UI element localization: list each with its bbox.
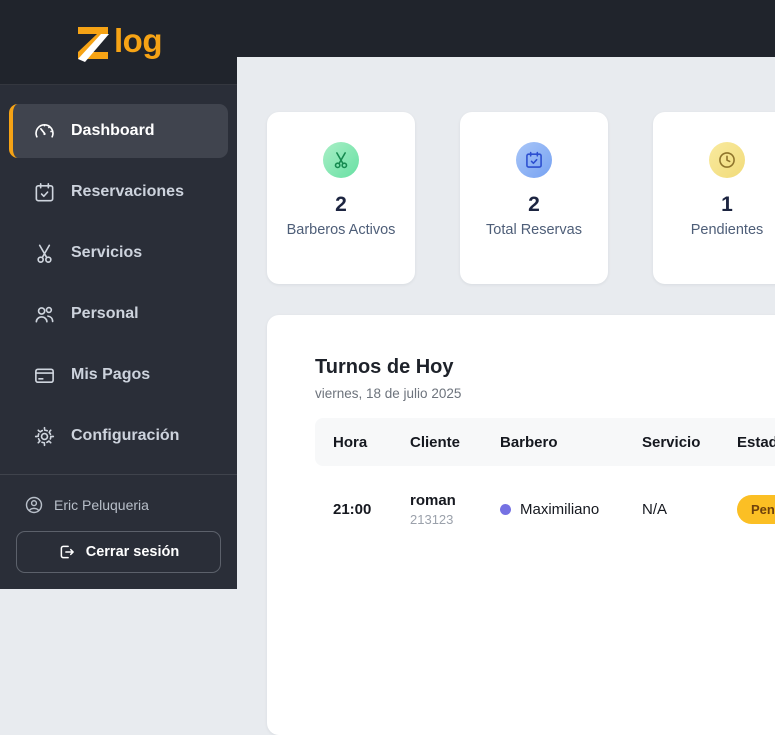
people-icon [33, 303, 56, 326]
sidebar-item-label: Dashboard [71, 122, 155, 139]
current-user: Eric Peluqueria [16, 495, 221, 515]
logout-label: Cerrar sesión [85, 544, 180, 560]
logo-z-icon [75, 22, 113, 62]
sidebar-item-personal[interactable]: Personal [9, 287, 228, 341]
scissors-icon [33, 242, 56, 265]
stat-value: 1 [721, 193, 733, 216]
barber-color-dot [500, 503, 511, 515]
table-header: Hora Cliente Barbero Servicio Estado [315, 418, 775, 466]
stat-value: 2 [528, 193, 540, 216]
table-row: 21:00 roman 213123 Maximiliano N/A Pendi… [315, 466, 775, 552]
schedule-title: Turnos de Hoy [315, 356, 454, 378]
barber-name: Maximiliano [520, 500, 600, 518]
sidebar-item-label: Configuración [71, 427, 180, 444]
client-id: 213123 [410, 511, 454, 527]
clock-icon [709, 142, 745, 178]
credit-card-icon [33, 364, 56, 387]
brand-logo: log [0, 0, 237, 85]
column-header-cliente: Cliente [410, 433, 461, 451]
calendar-check-icon [33, 181, 56, 204]
sidebar-item-servicios[interactable]: Servicios [9, 226, 228, 280]
top-bar [237, 0, 775, 57]
stat-card-total-reservas: 2 Total Reservas [460, 112, 608, 284]
cell-barbero: Maximiliano [500, 501, 642, 518]
column-header-hora: Hora [333, 433, 368, 451]
stat-card-barberos-activos: 2 Barberos Activos [267, 112, 415, 284]
column-header-barbero: Barbero [500, 433, 558, 451]
sidebar-item-dashboard[interactable]: Dashboard [9, 104, 228, 158]
cell-cliente: roman 213123 [410, 492, 500, 527]
sidebar-item-label: Servicios [71, 244, 143, 261]
sidebar-item-mis-pagos[interactable]: Mis Pagos [9, 348, 228, 402]
logo-text: log [114, 21, 162, 59]
calendar-check-icon [516, 142, 552, 178]
sidebar: log Dashboard Reservaciones Servicios Pe… [0, 0, 237, 589]
client-name: roman [410, 491, 456, 509]
gear-icon [33, 425, 56, 448]
user-circle-icon [24, 495, 44, 515]
scissors-icon [323, 142, 359, 178]
cell-estado: Pendiente [737, 494, 775, 524]
sidebar-item-label: Mis Pagos [71, 366, 151, 383]
gauge-icon [33, 120, 56, 143]
cell-servicio: N/A [642, 500, 668, 518]
stat-cards: 2 Barberos Activos 2 Total Reservas 1 Pe… [267, 112, 775, 284]
main-content: 2 Barberos Activos 2 Total Reservas 1 Pe… [237, 57, 775, 735]
column-header-servicio: Servicio [642, 433, 701, 451]
sidebar-footer: Eric Peluqueria Cerrar sesión [0, 474, 237, 589]
stat-value: 2 [335, 193, 347, 216]
stat-label: Total Reservas [486, 222, 582, 238]
sidebar-item-label: Personal [71, 305, 139, 322]
logout-icon [58, 543, 76, 561]
status-badge: Pendiente [737, 494, 775, 524]
schedule-date: viernes, 18 de julio 2025 [315, 386, 462, 401]
sidebar-item-configuracion[interactable]: Configuración [9, 409, 228, 463]
stat-label: Barberos Activos [286, 222, 396, 238]
stat-card-pendientes: 1 Pendientes [653, 112, 775, 284]
logout-button[interactable]: Cerrar sesión [16, 531, 221, 573]
sidebar-item-label: Reservaciones [71, 183, 184, 200]
column-header-estado: Estado [737, 433, 775, 451]
cell-hora: 21:00 [333, 500, 372, 518]
schedule-card: Turnos de Hoy viernes, 18 de julio 2025 … [267, 315, 775, 735]
sidebar-item-reservaciones[interactable]: Reservaciones [9, 165, 228, 219]
user-name: Eric Peluqueria [54, 497, 149, 513]
stat-label: Pendientes [690, 222, 764, 238]
sidebar-nav: Dashboard Reservaciones Servicios Person… [0, 85, 237, 463]
